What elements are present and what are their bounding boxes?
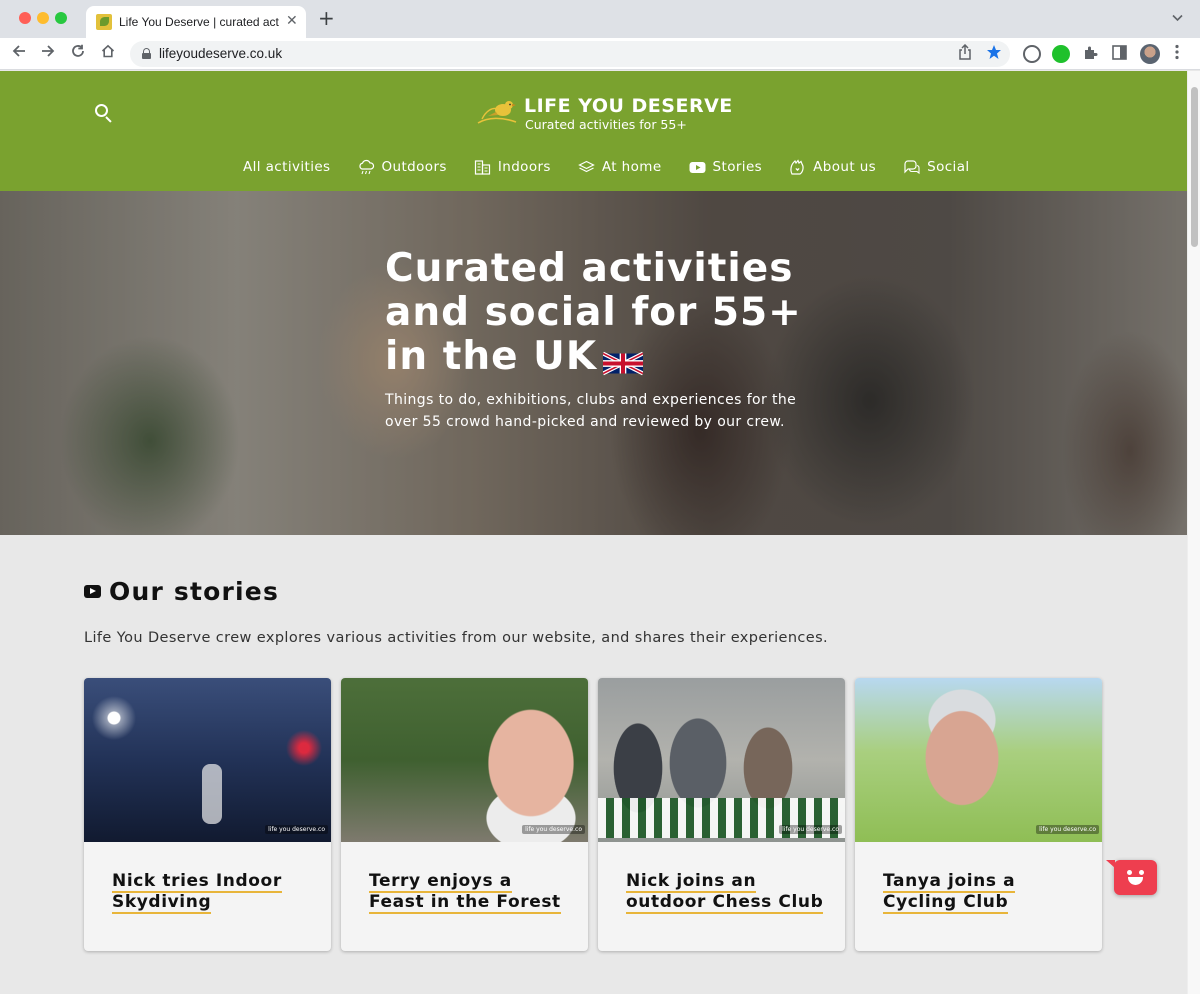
profile-avatar[interactable] xyxy=(1140,44,1160,64)
chat-eye-right xyxy=(1139,870,1144,875)
story-thumbnail[interactable]: life you deserve.co xyxy=(855,678,1102,842)
back-icon[interactable] xyxy=(12,44,26,62)
story-title[interactable]: Terry enjoys a Feast in the Forest xyxy=(369,871,569,914)
search-icon[interactable] xyxy=(95,104,113,123)
stories-heading: Our stories xyxy=(84,577,279,606)
youtube-icon xyxy=(689,159,706,175)
new-tab-button[interactable]: + xyxy=(318,8,335,28)
nav-label: Stories xyxy=(712,159,763,175)
hand-heart-icon xyxy=(789,159,806,175)
favicon-icon xyxy=(96,14,112,30)
chat-eye-left xyxy=(1127,870,1132,875)
nav-outdoors[interactable]: Outdoors xyxy=(358,159,447,175)
home-stack-icon xyxy=(578,159,595,175)
tab-close-icon[interactable]: ✕ xyxy=(286,13,298,29)
story-cards: life you deserve.co Nick tries Indoor Sk… xyxy=(84,678,1102,951)
thumbnail-watermark: life you deserve.co xyxy=(522,825,585,834)
tab-search-chevron-icon[interactable] xyxy=(1172,12,1183,25)
chat-widget-button[interactable] xyxy=(1106,860,1157,895)
menu-icon[interactable] xyxy=(1175,44,1179,64)
scrollbar-thumb[interactable] xyxy=(1191,87,1198,247)
nav-indoors[interactable]: Indoors xyxy=(474,159,551,175)
nav-label: All activities xyxy=(243,159,331,175)
hero-title-line-3: in the UK xyxy=(385,334,598,379)
chat-smile-icon xyxy=(1128,877,1143,885)
story-card[interactable]: life you deserve.co Nick joins an outdoo… xyxy=(598,678,845,951)
thumbnail-watermark: life you deserve.co xyxy=(779,825,842,834)
extension-green-icon[interactable] xyxy=(1052,45,1070,63)
share-icon[interactable] xyxy=(958,43,972,64)
nav-label: At home xyxy=(601,159,662,175)
nav-label: Social xyxy=(927,159,970,175)
stories-description: Life You Deserve crew explores various a… xyxy=(84,630,829,646)
story-thumbnail[interactable]: life you deserve.co xyxy=(598,678,845,842)
story-title-link[interactable]: Terry enjoys a Feast in the Forest xyxy=(369,871,561,914)
bird-logo-icon[interactable] xyxy=(476,97,518,129)
url-text: lifeyoudeserve.co.uk xyxy=(159,46,283,61)
story-title[interactable]: Nick tries Indoor Skydiving xyxy=(112,871,312,914)
address-bar[interactable]: lifeyoudeserve.co.uk xyxy=(130,41,1010,67)
hero-title-line-2: and social for 55+ xyxy=(385,290,802,335)
story-card[interactable]: life you deserve.co Terry enjoys a Feast… xyxy=(341,678,588,951)
story-title[interactable]: Tanya joins a Cycling Club xyxy=(883,871,1083,914)
hero-title-line-1: Curated activities xyxy=(385,246,794,291)
page-viewport: LIFE YOU DESERVE Curated activities for … xyxy=(0,71,1187,994)
browser-tab[interactable]: Life You Deserve | curated activities ✕ xyxy=(86,6,306,38)
home-icon[interactable] xyxy=(101,44,115,62)
story-title-link[interactable]: Nick joins an outdoor Chess Club xyxy=(626,871,824,914)
forward-icon[interactable] xyxy=(41,44,55,62)
window-close-button[interactable] xyxy=(19,12,31,24)
main-navigation: All activities Outdoors Indoors At home xyxy=(243,157,997,177)
hero-subtitle: Things to do, exhibitions, clubs and exp… xyxy=(385,392,797,430)
brand-name[interactable]: LIFE YOU DESERVE xyxy=(524,95,733,117)
lock-icon[interactable] xyxy=(142,48,151,59)
nav-label: About us xyxy=(813,159,877,175)
nav-label: Outdoors xyxy=(381,159,447,175)
story-card[interactable]: life you deserve.co Tanya joins a Cyclin… xyxy=(855,678,1102,951)
story-title-link[interactable]: Nick tries Indoor Skydiving xyxy=(112,871,282,914)
brand-tagline: Curated activities for 55+ xyxy=(525,117,687,132)
uk-flag-icon xyxy=(602,342,644,376)
browser-toolbar: lifeyoudeserve.co.uk xyxy=(0,38,1200,70)
thumbnail-watermark: life you deserve.co xyxy=(265,825,328,834)
extensions-icon[interactable] xyxy=(1083,45,1098,64)
site-header: LIFE YOU DESERVE Curated activities for … xyxy=(0,71,1187,191)
story-title-link[interactable]: Tanya joins a Cycling Club xyxy=(883,871,1016,914)
youtube-icon xyxy=(84,585,101,598)
chat-bubbles-icon xyxy=(903,159,920,175)
story-title[interactable]: Nick joins an outdoor Chess Club xyxy=(626,871,826,914)
browser-tab-bar: Life You Deserve | curated activities ✕ … xyxy=(0,0,1200,38)
window-zoom-button[interactable] xyxy=(55,12,67,24)
window-minimize-button[interactable] xyxy=(37,12,49,24)
thumbnail-watermark: life you deserve.co xyxy=(1036,825,1099,834)
hero-title: Curated activities and social for 55+ in… xyxy=(385,247,825,379)
nav-social[interactable]: Social xyxy=(903,159,969,175)
sidebar-icon[interactable] xyxy=(1112,45,1127,64)
stories-heading-text: Our stories xyxy=(109,577,280,606)
nav-stories[interactable]: Stories xyxy=(689,159,763,175)
nav-all-activities[interactable]: All activities xyxy=(243,159,331,175)
tab-title: Life You Deserve | curated activities xyxy=(119,15,279,29)
bookmark-star-icon[interactable] xyxy=(986,44,1002,64)
skydiver-figure xyxy=(202,764,222,824)
extension-grammar-icon[interactable] xyxy=(1023,45,1041,63)
cloud-rain-icon xyxy=(358,159,375,175)
story-thumbnail[interactable]: life you deserve.co xyxy=(341,678,588,842)
hero-banner: Curated activities and social for 55+ in… xyxy=(0,191,1187,535)
story-thumbnail[interactable]: life you deserve.co xyxy=(84,678,331,842)
building-icon xyxy=(474,159,491,175)
nav-label: Indoors xyxy=(497,159,551,175)
story-card[interactable]: life you deserve.co Nick tries Indoor Sk… xyxy=(84,678,331,951)
nav-about-us[interactable]: About us xyxy=(789,159,876,175)
nav-at-home[interactable]: At home xyxy=(578,159,662,175)
page-scrollbar[interactable] xyxy=(1187,71,1200,994)
reload-icon[interactable] xyxy=(71,44,85,62)
